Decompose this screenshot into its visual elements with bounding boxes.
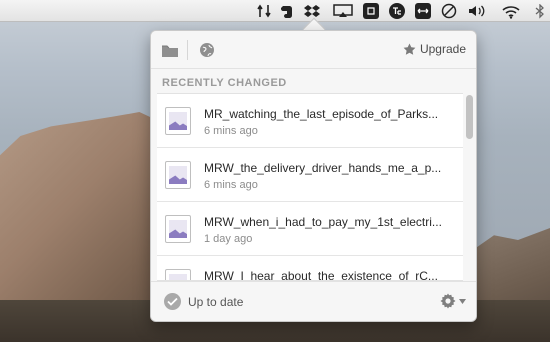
header-divider bbox=[187, 40, 188, 60]
file-name: MR_watching_the_last_episode_of_Parks... bbox=[204, 107, 439, 121]
wifi-icon[interactable] bbox=[500, 3, 522, 19]
star-icon bbox=[403, 43, 416, 55]
image-file-icon bbox=[165, 107, 191, 135]
scrollbar-thumb[interactable] bbox=[466, 95, 473, 139]
folder-icon bbox=[162, 45, 178, 57]
popover-footer: Up to date bbox=[151, 281, 476, 321]
image-file-icon bbox=[165, 215, 191, 243]
settings-button[interactable] bbox=[439, 292, 466, 310]
file-row[interactable]: MRW_when_i_had_to_pay_my_1st_electri... … bbox=[157, 202, 463, 256]
list-scrollbar[interactable] bbox=[464, 93, 474, 281]
upgrade-label: Upgrade bbox=[419, 42, 466, 56]
menu-bar bbox=[0, 0, 550, 22]
evernote-icon[interactable] bbox=[279, 3, 295, 19]
image-file-icon bbox=[165, 269, 191, 280]
popover-header: Upgrade bbox=[151, 31, 476, 69]
command-icon[interactable] bbox=[362, 3, 380, 19]
folder-button[interactable] bbox=[160, 40, 180, 60]
file-row[interactable]: MRW_the_delivery_driver_hands_me_a_p... … bbox=[157, 148, 463, 202]
file-name: MRW_the_delivery_driver_hands_me_a_p... bbox=[204, 161, 442, 175]
upgrade-button[interactable]: Upgrade bbox=[403, 42, 466, 56]
file-time: 6 mins ago bbox=[204, 179, 258, 191]
do-not-disturb-icon[interactable] bbox=[440, 3, 458, 19]
chevron-down-icon bbox=[459, 298, 466, 304]
gear-icon bbox=[440, 293, 456, 309]
transfer-arrows-icon[interactable] bbox=[256, 3, 272, 19]
file-time: 6 mins ago bbox=[204, 125, 258, 137]
sync-status: Up to date bbox=[164, 293, 243, 310]
file-name: MRW_when_i_had_to_pay_my_1st_electri... bbox=[204, 215, 442, 229]
sync-status-label: Up to date bbox=[188, 294, 244, 309]
dropbox-popover: Upgrade RECENTLY CHANGED MR_watching_the… bbox=[150, 30, 477, 322]
airplay-icon[interactable] bbox=[332, 3, 354, 19]
te-icon[interactable] bbox=[388, 3, 406, 19]
recently-changed-heading: RECENTLY CHANGED bbox=[162, 77, 287, 89]
file-name: MRW_I_hear_about_the_existence_of_rC... bbox=[204, 269, 438, 281]
globe-icon bbox=[200, 43, 214, 57]
resize-icon[interactable] bbox=[414, 3, 432, 19]
website-button[interactable] bbox=[197, 40, 217, 60]
bluetooth-icon[interactable] bbox=[532, 3, 548, 19]
file-row[interactable]: MR_watching_the_last_episode_of_Parks...… bbox=[157, 94, 463, 148]
file-row[interactable]: MRW_I_hear_about_the_existence_of_rC... bbox=[157, 256, 463, 281]
checkmark-icon bbox=[164, 293, 181, 310]
recent-files-list: MR_watching_the_last_episode_of_Parks...… bbox=[157, 93, 463, 281]
volume-icon[interactable] bbox=[466, 3, 488, 19]
image-file-icon bbox=[165, 161, 191, 189]
file-time: 1 day ago bbox=[204, 233, 253, 245]
dropbox-icon[interactable] bbox=[302, 3, 322, 19]
